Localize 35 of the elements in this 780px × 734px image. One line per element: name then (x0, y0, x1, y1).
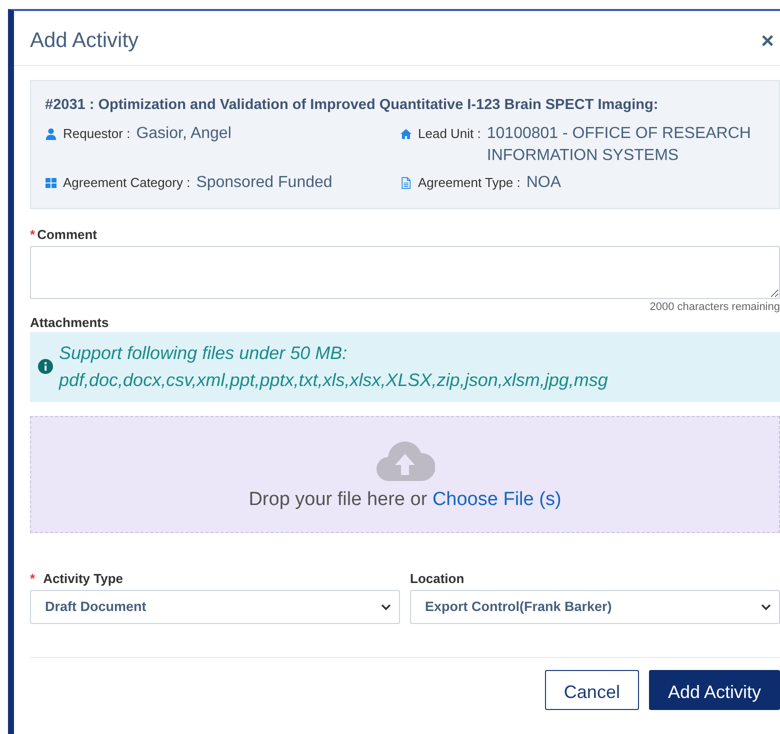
select-label: Location (410, 570, 464, 586)
info-text: Support following files under 50 MB: (59, 342, 348, 365)
field-value: Gasior, Angel (136, 124, 232, 144)
home-icon (400, 128, 412, 140)
field-label: Agreement Type : (418, 175, 520, 190)
chevron-down-icon (381, 602, 391, 611)
chevron-down-icon (761, 602, 771, 611)
comment-label: Comment (37, 226, 98, 242)
field-label: Agreement Category : (63, 175, 190, 190)
required-mark: * (30, 570, 36, 586)
dropdown[interactable]: Export Control(Frank Barker) (410, 590, 780, 624)
drop-zone[interactable]: Drop your file here or Choose File (s) (30, 416, 780, 533)
info-icon (38, 359, 53, 374)
grid-icon (45, 177, 57, 190)
required-mark: * (30, 226, 36, 242)
activity-heading: #2031 : Optimization and Validation of Improved Quantitative I-123 Brain SPECT Imaging: (45, 97, 660, 113)
field-value: Sponsored Funded (196, 173, 332, 194)
field-value: NOA (526, 173, 562, 194)
comment-field[interactable] (30, 246, 780, 299)
select-label: Activity Type (43, 570, 124, 586)
add-activity-button[interactable]: Add Activity (648, 670, 780, 710)
document-icon (400, 177, 412, 190)
character-counter: 2000 characters remaining (648, 300, 780, 313)
close-button[interactable]: × (761, 30, 774, 52)
drop-text: Drop your file here or Choose File (s) (248, 489, 562, 512)
field-label: Requestor : (63, 126, 130, 141)
person-icon (45, 128, 57, 140)
info-text: pdf,doc,docx,csv,xml,ppt,pptx,txt,xls,xlsx,XLSX,zip,json,xlsm,jpg,msg (59, 368, 608, 392)
dropdown[interactable]: Draft Document (30, 590, 400, 624)
attachments-label: Attachments (30, 314, 109, 330)
field-value: 10100801 - OFFICE OF RESEARCH INFORMATION SYSTEMS (486, 124, 752, 166)
cancel-button[interactable]: Cancel (544, 670, 639, 710)
field-label: Lead Unit : (418, 126, 481, 141)
dialog-title: Add Activity (30, 29, 139, 53)
choose-file-link[interactable]: Choose File (s) (432, 489, 562, 510)
